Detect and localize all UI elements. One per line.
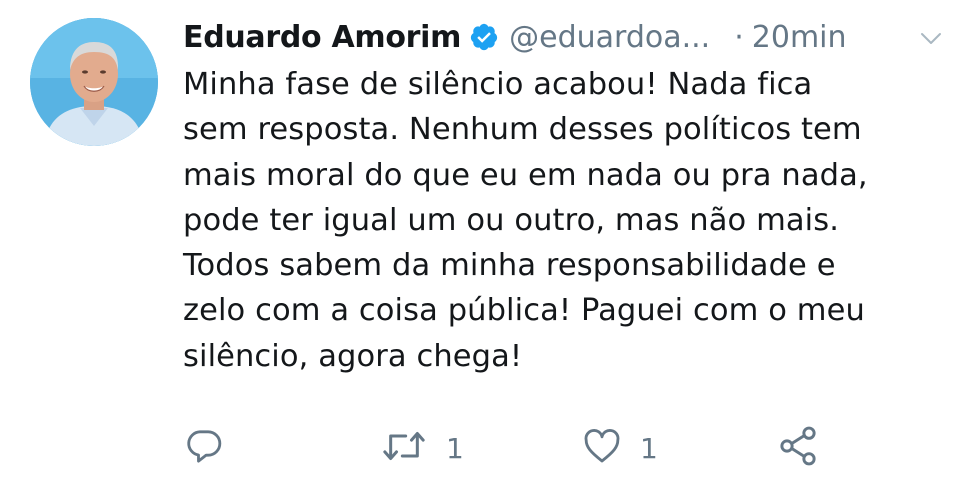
tweet-text-line: pode ter igual um ou outro, mas não mais… <box>183 202 840 238</box>
heart-icon <box>582 426 622 470</box>
tweet-header: Eduardo Amorim @eduardoa... · 20min <box>183 15 953 59</box>
avatar[interactable] <box>30 18 158 146</box>
retweet-count: 1 <box>446 431 464 465</box>
tweet-actions: 1 1 <box>0 420 980 476</box>
share-button[interactable] <box>776 420 820 476</box>
tweet[interactable]: Eduardo Amorim @eduardoa... · 20min Minh… <box>0 0 980 488</box>
share-icon <box>776 424 820 472</box>
retweet-button[interactable]: 1 <box>380 420 464 476</box>
tweet-text-line: Minha fase de silêncio acabou! Nada fica <box>183 67 813 102</box>
chevron-down-icon[interactable] <box>916 23 946 53</box>
verified-badge-icon <box>469 22 499 52</box>
tweet-timestamp[interactable]: 20min <box>752 20 847 55</box>
tweet-text-line: zelo com a coisa pública! Paguei com o m… <box>183 293 865 329</box>
like-count: 1 <box>640 431 658 465</box>
like-button[interactable]: 1 <box>582 420 658 476</box>
author-handle[interactable]: @eduardoa... <box>509 20 710 55</box>
reply-icon <box>184 426 224 470</box>
tweet-text-line: mais moral do que eu em nada ou pra nada… <box>183 157 868 193</box>
author-name[interactable]: Eduardo Amorim <box>183 20 461 55</box>
reply-button[interactable] <box>184 420 224 476</box>
tweet-text: Minha fase de silêncio acabou! Nada fica… <box>183 62 963 379</box>
retweet-icon <box>380 426 428 470</box>
tweet-text-line: sem resposta. Nenhum desses políticos te… <box>183 112 862 148</box>
tweet-text-line: Todos sabem da minha responsabilidade e <box>183 248 836 284</box>
separator-dot: · <box>734 19 744 55</box>
tweet-text-line: silêncio, agora chega! <box>183 338 523 374</box>
